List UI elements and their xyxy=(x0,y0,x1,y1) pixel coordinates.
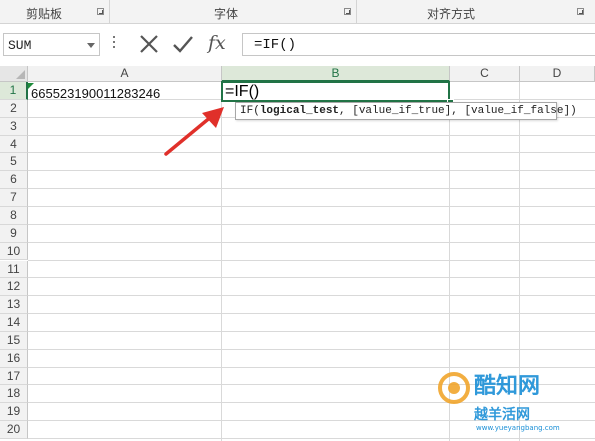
row-header-10[interactable]: 10 xyxy=(0,242,28,261)
font-group-label: 字体 xyxy=(214,7,239,21)
alignment-launcher-icon[interactable] xyxy=(577,8,584,15)
row-header-19[interactable]: 19 xyxy=(0,403,28,422)
name-box[interactable]: SUM xyxy=(3,33,100,56)
row-divider xyxy=(28,313,595,315)
column-header-d[interactable]: D xyxy=(520,66,595,82)
row-header-17[interactable]: 17 xyxy=(0,367,28,386)
cell-a1[interactable]: 665523190011283246 xyxy=(31,86,160,101)
font-launcher-icon[interactable] xyxy=(344,8,351,15)
clipboard-group: 剪贴板 xyxy=(0,0,110,23)
row-divider xyxy=(28,205,595,207)
row-header-4[interactable]: 4 xyxy=(0,135,28,154)
row-divider xyxy=(28,277,595,279)
alignment-group: 对齐方式 xyxy=(357,0,595,23)
row-header-15[interactable]: 15 xyxy=(0,331,28,350)
row-header-18[interactable]: 18 xyxy=(0,385,28,404)
ribbon-group-labels: 剪贴板 字体 对齐方式 xyxy=(0,0,595,24)
row-header-3[interactable]: 3 xyxy=(0,117,28,136)
row-divider xyxy=(28,152,595,154)
column-header-c[interactable]: C xyxy=(450,66,520,82)
column-header-b[interactable]: B xyxy=(222,66,450,82)
enter-button[interactable] xyxy=(170,31,196,57)
row-header-20[interactable]: 20 xyxy=(0,421,28,439)
tooltip-arg-logical-test[interactable]: logical_test xyxy=(260,105,339,117)
select-all-corner[interactable] xyxy=(0,66,28,82)
font-group: 字体 xyxy=(110,0,357,23)
chevron-down-icon[interactable] xyxy=(87,43,95,48)
cell-b1-active[interactable]: =IF() xyxy=(221,81,450,102)
tooltip-function-name[interactable]: IF( xyxy=(240,105,260,117)
formula-input-value: =IF() xyxy=(254,37,297,53)
row-divider xyxy=(28,259,595,261)
more-dots-icon xyxy=(113,36,116,52)
formula-input[interactable]: =IF() xyxy=(242,33,595,56)
row-header-2[interactable]: 2 xyxy=(0,99,28,118)
clipboard-launcher-icon[interactable] xyxy=(97,8,104,15)
row-header-12[interactable]: 12 xyxy=(0,278,28,297)
row-header-16[interactable]: 16 xyxy=(0,349,28,368)
row-header-11[interactable]: 11 xyxy=(0,260,28,279)
name-box-value: SUM xyxy=(8,38,32,53)
row-divider xyxy=(28,348,595,350)
insert-function-button[interactable]: fx xyxy=(208,32,226,54)
formula-bar: SUM fx =IF() xyxy=(0,24,595,66)
watermark-url: www.yueyangbang.com xyxy=(476,424,560,432)
row-header-5[interactable]: 5 xyxy=(0,153,28,172)
watermark-subbrand: 越羊活网 xyxy=(474,407,530,423)
column-header-a[interactable]: A xyxy=(28,66,222,82)
row-header-9[interactable]: 9 xyxy=(0,224,28,243)
cancel-button[interactable] xyxy=(136,31,162,57)
tooltip-remaining-args: , [value_if_true], [value_if_false]) xyxy=(339,105,577,117)
close-icon xyxy=(140,35,158,53)
row-divider xyxy=(28,330,595,332)
row-header-14[interactable]: 14 xyxy=(0,314,28,332)
row-header-13[interactable]: 13 xyxy=(0,296,28,315)
row-divider xyxy=(28,223,595,225)
row-header-1[interactable]: 1 xyxy=(0,82,28,100)
watermark-brand: 酷知网 xyxy=(474,374,541,399)
watermark: 酷知网 越羊活网 www.yueyangbang.com xyxy=(430,366,595,441)
checkmark-icon xyxy=(173,36,193,53)
row-header-6[interactable]: 6 xyxy=(0,171,28,190)
function-tooltip: IF(logical_test, [value_if_true], [value… xyxy=(235,102,577,120)
row-divider xyxy=(28,241,595,243)
watermark-logo-icon xyxy=(438,372,470,404)
cell-b1-value: =IF() xyxy=(225,83,260,100)
row-header-8[interactable]: 8 xyxy=(0,206,28,225)
alignment-group-label: 对齐方式 xyxy=(427,7,476,21)
row-divider xyxy=(28,170,595,172)
red-arrow-icon xyxy=(164,107,224,156)
row-divider xyxy=(28,188,595,190)
row-divider xyxy=(28,295,595,297)
row-header-7[interactable]: 7 xyxy=(0,189,28,207)
clipboard-group-label: 剪贴板 xyxy=(26,7,63,21)
row-divider xyxy=(28,134,595,136)
